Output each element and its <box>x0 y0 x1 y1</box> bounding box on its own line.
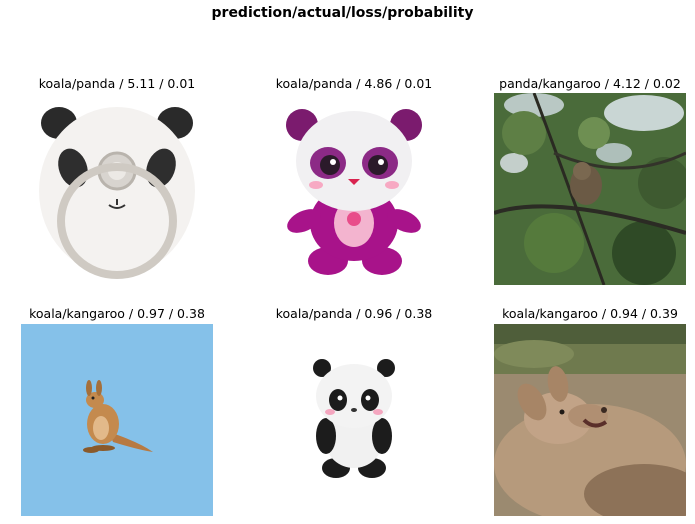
panel-title: koala/panda / 5.11 / 0.01 <box>38 76 196 91</box>
panel-title: koala/panda / 4.86 / 0.01 <box>275 76 433 91</box>
panda-lamp-toy-icon <box>258 324 450 516</box>
kangaroo-in-tree-image <box>494 93 686 285</box>
panda-phone-ring-icon <box>21 93 213 285</box>
kangaroo-in-tree-photo <box>494 93 686 285</box>
panel-title: koala/panda / 0.96 / 0.38 <box>275 306 433 321</box>
kangaroo-closeup-photo <box>494 324 686 516</box>
panel-title: panda/kangaroo / 4.12 / 0.02 <box>499 76 681 91</box>
purple-panda-plush-icon <box>258 93 450 285</box>
kangaroo-emoji-image <box>21 324 213 516</box>
panel-title: koala/kangaroo / 0.97 / 0.38 <box>29 306 205 321</box>
panda-phone-ring-image <box>21 93 213 285</box>
purple-panda-plush-image <box>258 93 450 285</box>
kangaroo-closeup-image <box>494 324 686 516</box>
panel-title: koala/kangaroo / 0.94 / 0.39 <box>502 306 678 321</box>
kangaroo-emoji-icon <box>21 324 213 516</box>
panda-lamp-toy-image <box>258 324 450 516</box>
figure-title: prediction/actual/loss/probability <box>211 5 474 21</box>
